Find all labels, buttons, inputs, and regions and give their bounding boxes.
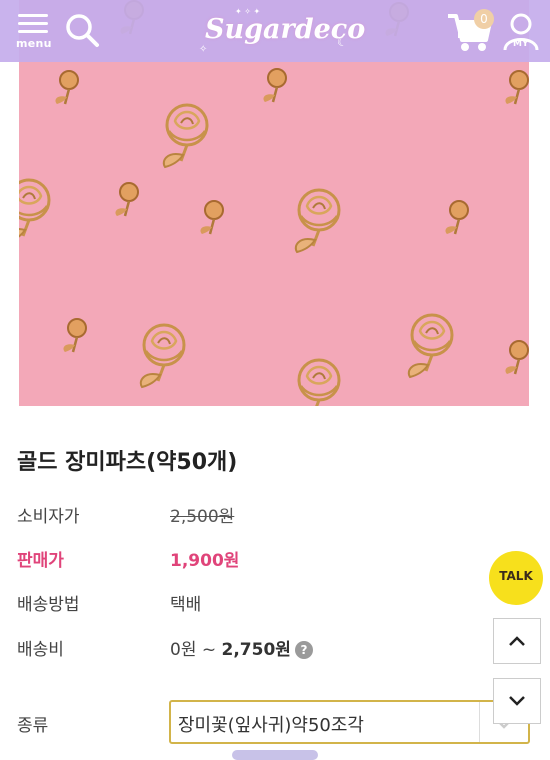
sale-price-label: 판매가	[17, 551, 64, 571]
bottom-tab-hint	[232, 750, 318, 760]
talk-label: TALK	[499, 569, 533, 583]
scroll-down-button[interactable]	[493, 678, 541, 724]
shipping-fee-max: 2,750원	[221, 640, 291, 660]
product-title: 골드 장미파츠(약50개)	[17, 450, 238, 475]
my-page-button[interactable]: MY	[500, 12, 542, 54]
chevron-down-icon	[509, 696, 525, 706]
site-logo[interactable]: ✦ ✧ ✦ ✧ ☾ Sugardeco	[195, 6, 365, 56]
search-icon	[66, 14, 99, 47]
shipping-fee-min: 0원 ~	[170, 640, 222, 660]
menu-label: menu	[16, 37, 52, 50]
shipping-help-icon[interactable]: ?	[294, 641, 313, 659]
cart-count-badge: 0	[474, 9, 494, 29]
option-selected-value: 장미꽃(잎사귀)약50조각	[178, 715, 364, 736]
menu-button[interactable]: menu	[14, 12, 54, 52]
logo-text: Sugardeco	[205, 14, 366, 45]
option-select[interactable]: 장미꽃(잎사귀)약50조각	[169, 700, 530, 744]
chevron-up-icon	[509, 636, 525, 646]
retail-price-label: 소비자가	[17, 507, 80, 527]
option-label: 종류	[17, 716, 49, 736]
search-button[interactable]	[64, 12, 102, 50]
top-header: menu ✦ ✧ ✦ ✧ ☾ Sugardeco 0 MY	[0, 0, 550, 62]
scroll-top-button[interactable]	[493, 618, 541, 664]
shipping-method-label: 배송방법	[17, 595, 80, 615]
shipping-fee-label: 배송비	[17, 640, 64, 660]
shipping-method: 택배	[170, 595, 202, 615]
shipping-fee: 0원 ~ 2,750원?	[170, 635, 313, 660]
svg-text:✧: ✧	[199, 44, 207, 55]
kakao-talk-button[interactable]: TALK	[489, 551, 543, 605]
retail-price: 2,500원	[170, 507, 235, 527]
my-label: MY	[513, 39, 529, 49]
sale-price: 1,900원	[170, 551, 240, 571]
